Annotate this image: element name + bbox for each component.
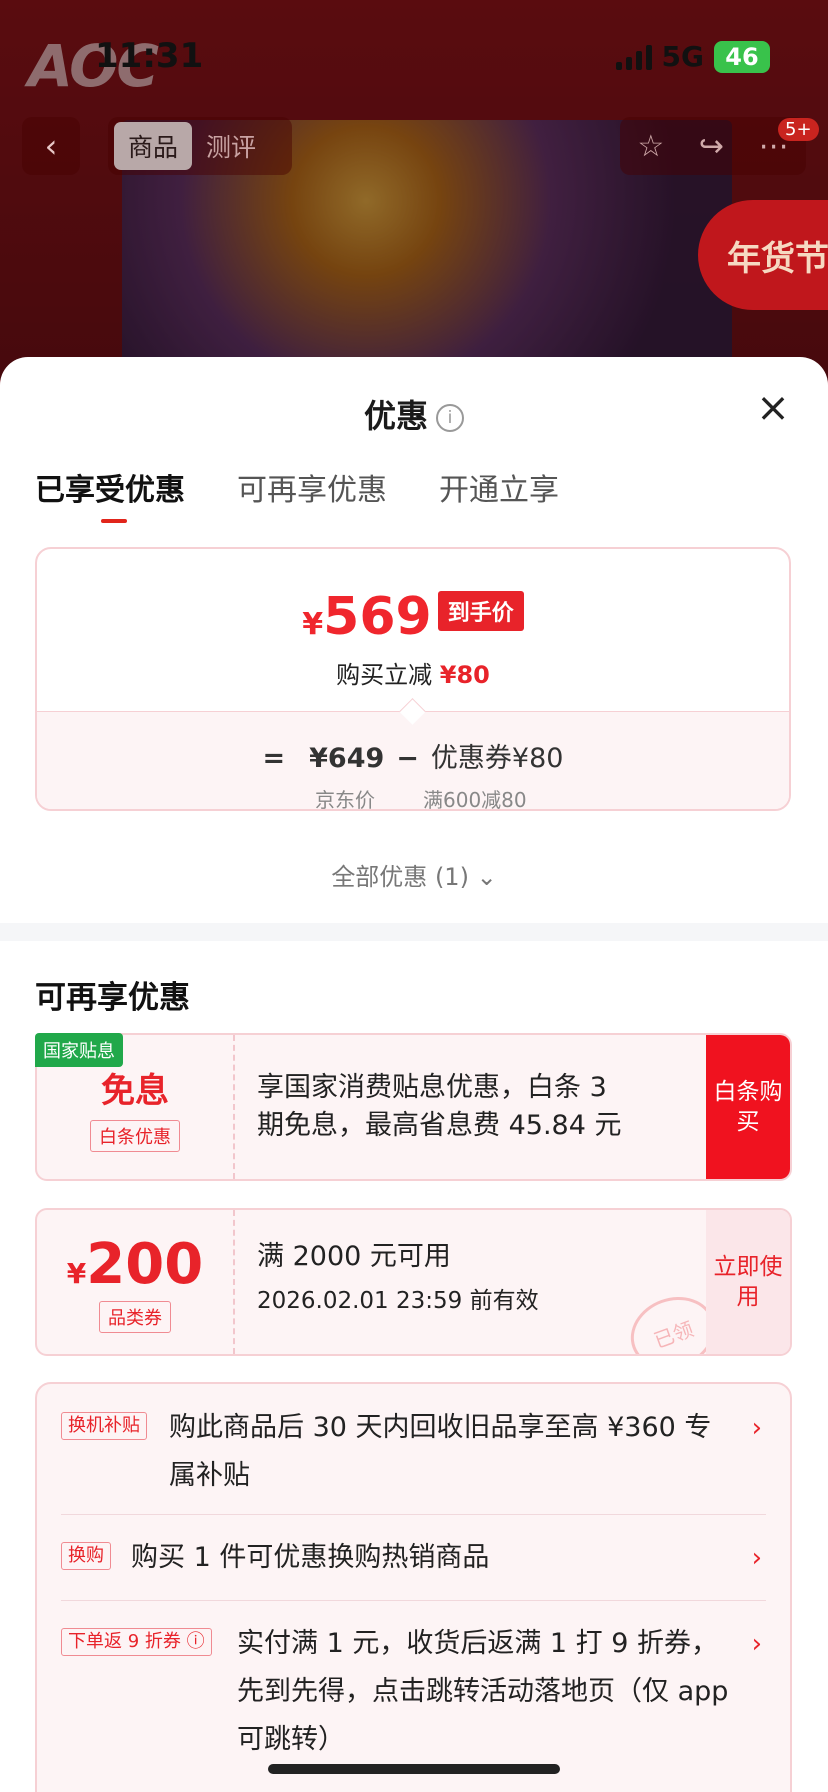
promo-text: 购此商品后 30 天内回收旧品享至高 ¥360 专属补贴	[169, 1412, 712, 1491]
network-type: 5G	[661, 40, 704, 73]
promotions-list: 换机补贴 购此商品后 30 天内回收旧品享至高 ¥360 专属补贴 › 换购 购…	[35, 1382, 792, 1792]
back-button[interactable]: ‹	[22, 117, 80, 175]
tab-activate-offers[interactable]: 开通立享	[439, 465, 559, 509]
jd-price-label: 京东价	[315, 788, 375, 811]
section-divider	[0, 923, 828, 941]
chevron-right-icon: ›	[751, 1413, 762, 1443]
close-icon: ×	[756, 385, 790, 431]
close-button[interactable]: ×	[756, 388, 790, 428]
status-indicators: 5G 46	[615, 40, 770, 73]
reduce-amount: ¥80	[439, 661, 490, 689]
final-price: ¥569 到手价	[37, 587, 789, 647]
home-indicator[interactable]	[268, 1764, 560, 1774]
chevron-down-icon: ⌄	[476, 863, 497, 891]
interest-free-coupon: 免息 白条优惠 享国家消费贴息优惠，白条 3 期免息，最高省息费 45.84 元…	[35, 1033, 792, 1181]
reduce-line: 购买立减 ¥80	[37, 655, 789, 690]
coupon-type-tag: 品类券	[99, 1300, 171, 1333]
chevron-right-icon: ›	[751, 1629, 762, 1659]
list-item[interactable]: 换购 购买 1 件可优惠换购热销商品 ›	[61, 1534, 762, 1582]
section-title: 可再享优惠	[35, 980, 190, 1016]
offers-sheet: 优惠 i × 已享受优惠 可再享优惠 开通立享 ¥569 到手价 购买立减 ¥80 …	[0, 357, 828, 1792]
chevron-left-icon: ‹	[44, 127, 58, 165]
info-icon[interactable]: i	[436, 404, 464, 432]
coupon-currency: ¥	[66, 1256, 87, 1290]
jd-price: ¥649	[309, 743, 385, 774]
status-time: 11:31	[95, 36, 204, 76]
reduce-label: 购买立减	[336, 661, 433, 689]
final-price-amount: 569	[323, 587, 432, 647]
all-offers-label: 全部优惠 (1)	[331, 863, 469, 891]
category-coupon: ¥200 品类券 满 2000 元可用 2026.02.01 23:59 前有效…	[35, 1208, 792, 1356]
price-breakdown-card: ¥569 到手价 购买立减 ¥80 = ¥649− 优惠券¥80 京东价 满600减8…	[35, 547, 791, 811]
page-segment-control: 商品 测评	[108, 117, 292, 175]
festival-banner[interactable]: 年货节	[698, 200, 828, 310]
coupon-rule: 满600减80	[423, 788, 527, 811]
tab-more-offers[interactable]: 可再享优惠	[237, 465, 387, 509]
sheet-title: 优惠 i	[0, 391, 828, 437]
sheet-title-text: 优惠	[363, 397, 428, 435]
coupon-amount: 优惠券¥80	[430, 743, 564, 774]
price-formula: = ¥649− 优惠券¥80 京东价 满600减80	[37, 711, 789, 809]
coupon-expiry: 2026.02.01 23:59 前有效	[257, 1288, 539, 1314]
battery-icon: 46	[714, 40, 770, 73]
gov-subsidy-tag: 国家贴息	[35, 1033, 123, 1067]
promo-tag: 换购	[61, 1542, 111, 1570]
final-price-tag: 到手价	[437, 591, 524, 631]
chevron-right-icon: ›	[751, 1543, 762, 1573]
product-page-backdrop: AOC 11:31 5G 46 ‹ 商品 测评 ☆ ↪ ⋯ 5+ 年货节	[0, 0, 828, 380]
star-icon[interactable]: ☆	[637, 129, 664, 164]
signal-icon	[615, 44, 652, 70]
equals-sign: =	[262, 743, 286, 774]
share-icon[interactable]: ↪	[699, 129, 724, 164]
promo-tag: 换机补贴	[61, 1412, 147, 1440]
coupon-description: 享国家消费贴息优惠，白条 3 期免息，最高省息费 45.84 元	[257, 1072, 622, 1141]
list-item[interactable]: 下单返 9 折券 ⓘ 实付满 1 元，收货后返满 1 打 9 折券，先到先得，点…	[61, 1620, 762, 1764]
divider	[61, 1600, 766, 1601]
minus-sign: −	[396, 743, 419, 774]
use-now-button[interactable]: 立即使用	[706, 1210, 790, 1354]
all-offers-toggle[interactable]: 全部优惠 (1) ⌄	[0, 857, 828, 892]
offer-tabs: 已享受优惠 可再享优惠 开通立享	[35, 465, 559, 523]
currency-symbol: ¥	[302, 607, 324, 642]
tab-review[interactable]: 测评	[192, 122, 270, 170]
coupon-condition: 满 2000 元可用	[257, 1241, 451, 1272]
promo-text: 购买 1 件可优惠换购热销商品	[131, 1542, 490, 1573]
coupon-sub-tag: 白条优惠	[90, 1119, 180, 1152]
tab-enjoyed-offers[interactable]: 已享受优惠	[35, 465, 185, 523]
coupon-amount: 200	[86, 1231, 204, 1297]
tab-product[interactable]: 商品	[114, 122, 193, 170]
divider	[61, 1514, 766, 1515]
baitiao-buy-button[interactable]: 白条购买	[706, 1035, 790, 1179]
coupon-main-text: 免息	[101, 1070, 169, 1111]
message-badge: 5+	[778, 118, 819, 141]
list-item[interactable]: 换机补贴 购此商品后 30 天内回收旧品享至高 ¥360 专属补贴 ›	[61, 1404, 762, 1500]
promo-tag: 下单返 9 折券 ⓘ	[61, 1628, 212, 1656]
